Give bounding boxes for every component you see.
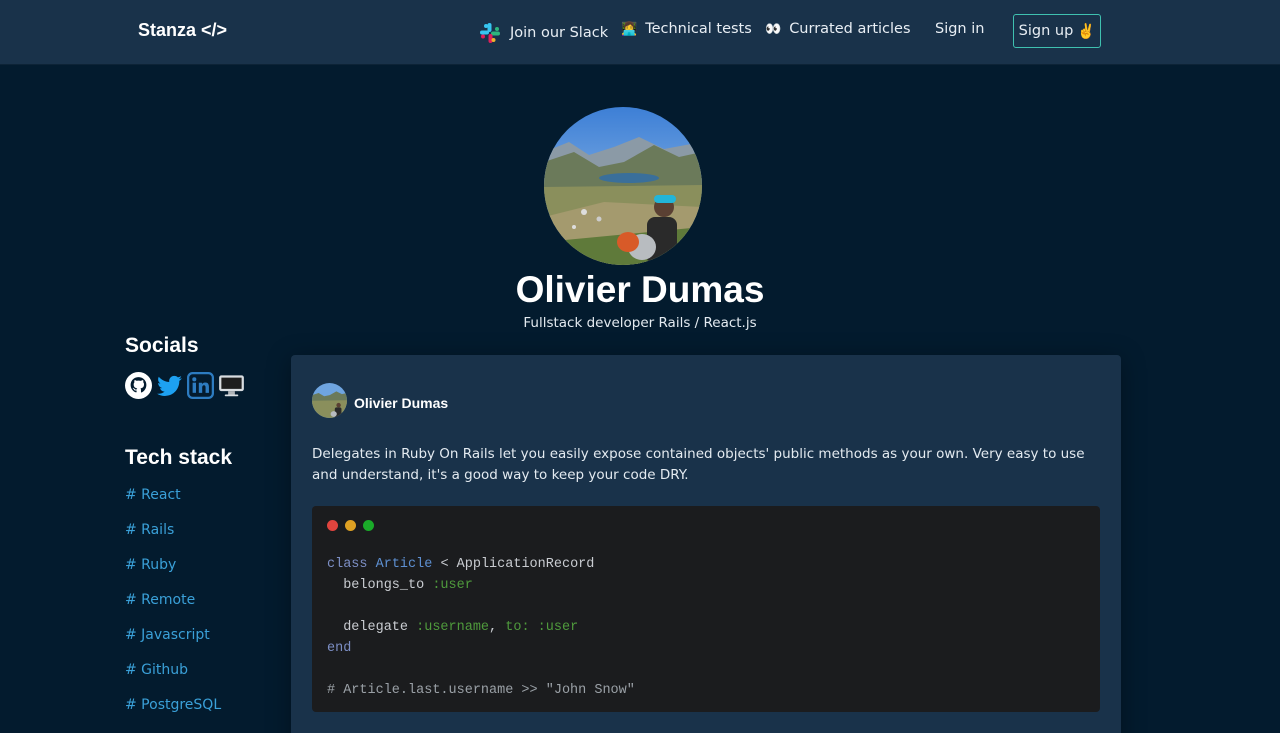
linkedin-icon[interactable] [187, 372, 214, 399]
github-icon[interactable] [125, 372, 152, 399]
website-icon[interactable] [218, 372, 245, 399]
techstack-heading: Tech stack [125, 446, 232, 469]
signin-label: Sign in [935, 21, 985, 37]
slack-icon [480, 23, 500, 43]
signup-button[interactable]: Sign up ✌️ [1013, 14, 1101, 48]
author-avatar[interactable] [312, 383, 347, 418]
brand-logo[interactable]: Stanza </> [138, 20, 227, 41]
minimize-dot-icon [345, 520, 356, 531]
code-comment: # Article.last.username >> "John Snow" [327, 683, 635, 698]
nav-link-slack-label: Join our Slack [510, 25, 609, 41]
profile-name: Olivier Dumas [515, 269, 765, 310]
nav-link-articles-label: Currated articles [789, 21, 911, 37]
tech-tag[interactable]: # Github [125, 662, 221, 697]
nav-link-articles[interactable]: 👀 Currated articles [765, 21, 911, 37]
victory-hand-icon: ✌️ [1077, 23, 1096, 40]
window-controls [327, 520, 374, 531]
maximize-dot-icon [363, 520, 374, 531]
code-block: class Article < ApplicationRecord belong… [312, 506, 1100, 712]
code-class: Article [375, 557, 433, 572]
code-keyword: class [327, 557, 368, 572]
signup-label: Sign up [1018, 23, 1074, 39]
code-keyword: end [327, 641, 352, 656]
profile-role: Fullstack developer Rails / React.js [523, 315, 757, 331]
code-symbol: :user [537, 620, 579, 635]
mountain-landscape-photo [544, 107, 702, 265]
social-links [125, 372, 245, 399]
top-navbar: Stanza </> Join our Slack 👩‍💻 Technical … [0, 0, 1280, 65]
author-name[interactable]: Olivier Dumas [354, 395, 448, 411]
close-dot-icon [327, 520, 338, 531]
eyes-emoji-icon: 👀 [765, 21, 782, 37]
post-body: Delegates in Ruby On Rails let you easil… [312, 446, 1085, 483]
profile-avatar [544, 107, 702, 265]
tech-tag[interactable]: # Ruby [125, 557, 221, 592]
technologist-emoji-icon: 👩‍💻 [621, 21, 638, 37]
author-photo [312, 383, 347, 418]
code-text: belongs_to [327, 578, 433, 593]
code-text: delegate [327, 620, 417, 635]
post-card: Olivier Dumas Delegates in Ruby On Rails… [291, 355, 1121, 733]
code-content: class Article < ApplicationRecord belong… [327, 554, 635, 701]
signin-link[interactable]: Sign in [935, 21, 984, 37]
twitter-icon[interactable] [156, 372, 183, 399]
nav-link-technical-tests-label: Technical tests [645, 21, 752, 37]
tech-tag[interactable]: # Rails [125, 522, 221, 557]
code-symbol: :user [432, 578, 473, 593]
nav-link-slack[interactable]: Join our Slack [478, 21, 608, 45]
tech-tag[interactable]: # React [125, 487, 221, 522]
tech-tag[interactable]: # PostgreSQL [125, 697, 221, 732]
code-text: < ApplicationRecord [432, 557, 595, 572]
tech-tag[interactable]: # Remote [125, 592, 221, 627]
tech-tag-list: # React # Rails # Ruby # Remote # Javasc… [125, 487, 221, 732]
socials-heading: Socials [125, 334, 199, 357]
code-symbol: :username [416, 620, 490, 635]
code-key: to: [505, 620, 530, 635]
nav-link-technical-tests[interactable]: 👩‍💻 Technical tests [621, 21, 752, 37]
code-text: , [489, 620, 506, 635]
tech-tag[interactable]: # Javascript [125, 627, 221, 662]
